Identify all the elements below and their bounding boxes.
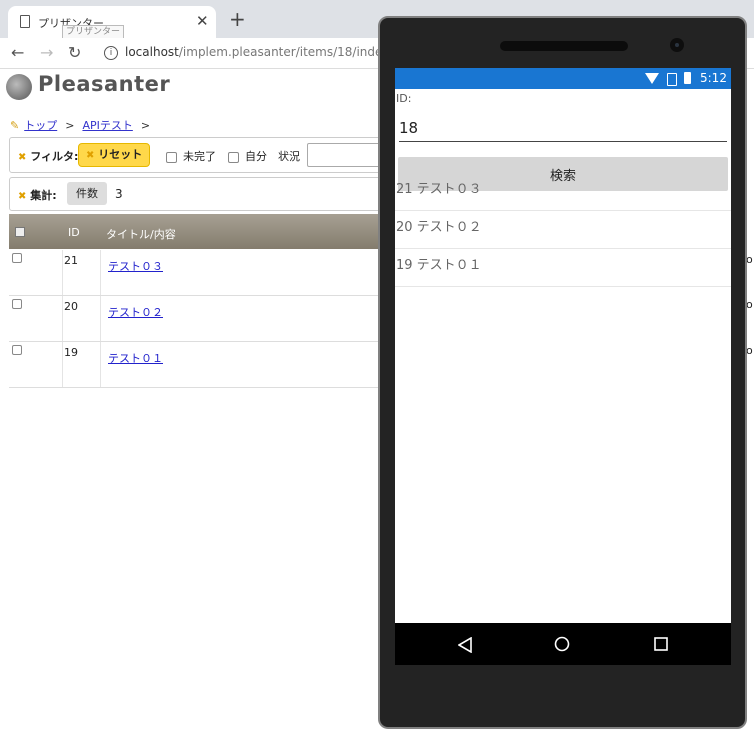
table-row[interactable]: 20 テスト０２ [9,296,389,342]
nav-home-icon[interactable] [554,636,570,652]
aggregate-label-text: 集計: [30,189,57,202]
row-title-link[interactable]: テスト０１ [108,350,163,366]
column-divider [100,342,101,387]
breadcrumb-separator: > [65,119,75,132]
id-input[interactable] [399,115,727,142]
nav-recents-icon[interactable] [654,637,668,651]
list-item-text: 19 テスト０１ [396,258,482,273]
no-sim-icon [667,73,677,86]
status-bar: 5:12 [395,68,731,89]
status-time: 5:12 [700,71,727,85]
table-row[interactable]: 21 テスト０３ [9,250,389,296]
breadcrumb-separator: > [140,119,151,132]
id-label: ID: [396,92,412,105]
count-value: 3 [115,187,123,201]
logo-mark-icon [6,74,32,100]
android-emulator: 5:12 ID: 検索 21 テスト０３ 20 テスト０２ 19 テスト０１ [378,16,747,729]
aggregate-label: ✖ 集計: [18,187,57,203]
mine-checkbox[interactable] [228,151,239,163]
close-tab-icon[interactable]: ✕ [196,12,209,30]
filter-label: ✖ フィルタ: [18,148,78,164]
row-id: 20 [64,300,78,313]
filter-label-text: フィルタ: [30,150,79,163]
reset-button[interactable]: ✖ リセット [78,143,151,167]
column-divider [100,250,101,295]
row-id: 21 [64,254,78,267]
header-title[interactable]: タイトル/内容 [106,226,176,242]
column-divider [62,296,63,341]
clipped-cell-text: o [746,298,753,311]
filter-panel: ✖ フィルタ: ✖ リセット 未完了 自分 状況 [9,137,391,173]
list-item[interactable]: 21 テスト０３ [395,172,731,211]
breadcrumb-top-link[interactable]: トップ [24,119,57,132]
status-select[interactable] [307,143,389,167]
list-item[interactable]: 19 テスト０１ [395,248,731,287]
incomplete-checkbox[interactable] [166,151,177,163]
reset-x-icon: ✖ [86,150,95,161]
row-checkbox[interactable] [12,253,22,263]
url-path: /implem.pleasanter/items/18/index [178,45,390,59]
aggregate-panel: ✖ 集計: 件数 3 [9,177,391,211]
forward-arrow-icon[interactable]: → [40,43,53,62]
android-nav-bar [395,623,731,665]
list-item-text: 20 テスト０２ [396,220,482,235]
count-tag[interactable]: 件数 [67,182,107,205]
row-id: 19 [64,346,78,359]
breadcrumb-pin-icon: ✎ [10,119,20,132]
breadcrumb: ✎ トップ > APIテスト > [10,117,158,133]
phone-speaker [500,41,628,51]
wifi-icon [645,73,659,84]
select-all-checkbox[interactable] [15,227,25,237]
row-title-link[interactable]: テスト０２ [108,304,163,320]
address-bar[interactable]: localhost/implem.pleasanter/items/18/ind… [125,45,389,59]
new-tab-button[interactable]: + [229,9,246,29]
site-info-icon[interactable]: i [104,46,118,60]
reload-icon[interactable]: ↻ [68,43,81,62]
clipped-cell-text: o [746,344,753,357]
row-title-link[interactable]: テスト０３ [108,258,163,274]
column-divider [62,250,63,295]
mine-label: 自分 [245,150,267,163]
list-item-text: 21 テスト０３ [396,182,482,197]
incomplete-label: 未完了 [183,150,216,163]
table-row[interactable]: 19 テスト０１ [9,342,389,388]
column-divider [100,296,101,341]
grid-header: ID タイトル/内容 [9,214,389,249]
filter-toggle-icon[interactable]: ✖ [18,152,26,163]
breadcrumb-api-test-link[interactable]: APIテスト [82,119,132,132]
column-divider [62,342,63,387]
phone-screen: 5:12 ID: 検索 21 テスト０３ 20 テスト０２ 19 テスト０１ [395,68,731,665]
nav-back-icon[interactable] [458,637,472,653]
back-arrow-icon[interactable]: ← [11,43,24,62]
aggregate-toggle-icon[interactable]: ✖ [18,191,26,202]
mine-filter[interactable]: 自分 [228,148,267,164]
logo-text: Pleasanter [38,72,171,96]
battery-icon [684,72,691,84]
url-host: localhost [125,45,179,59]
row-checkbox[interactable] [12,345,22,355]
status-label: 状況 [278,150,300,163]
row-checkbox[interactable] [12,299,22,309]
incomplete-filter[interactable]: 未完了 [166,148,216,164]
page-icon [20,15,30,28]
list-item[interactable]: 20 テスト０２ [395,210,731,249]
phone-camera-icon [670,38,684,52]
reset-button-label: リセット [98,148,143,161]
header-id[interactable]: ID [68,226,80,239]
clipped-cell-text: o [746,253,753,266]
